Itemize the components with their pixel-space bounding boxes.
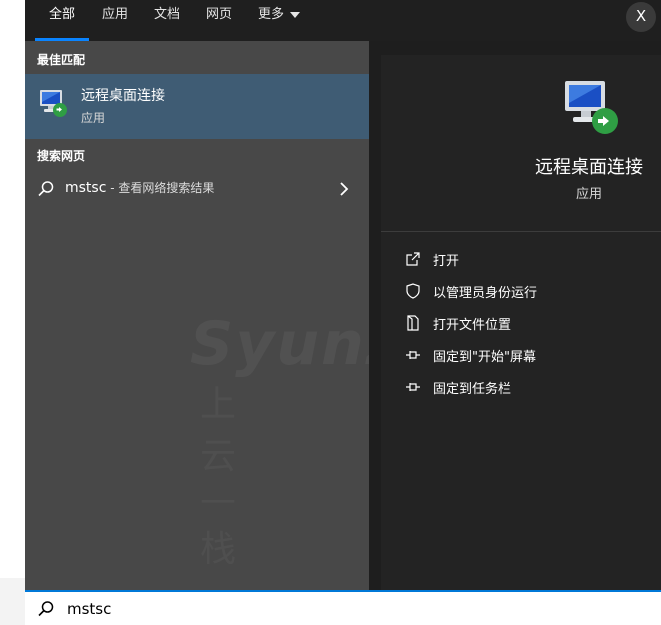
remote-desktop-icon <box>40 90 67 117</box>
best-match-result[interactable]: 远程桌面连接 应用 <box>25 74 369 139</box>
remote-desktop-large-icon <box>565 81 618 134</box>
action-run-as-admin[interactable]: 以管理员身份运行 <box>393 276 643 306</box>
tab-apps[interactable]: 应用 <box>102 0 128 41</box>
action-label: 固定到任务栏 <box>433 382 512 397</box>
desktop-background <box>0 0 25 625</box>
search-icon <box>38 181 54 197</box>
pin-icon <box>406 383 420 391</box>
divider <box>381 231 661 232</box>
close-button[interactable]: X <box>626 2 656 32</box>
search-box[interactable] <box>25 590 661 625</box>
best-match-app-type: 应用 <box>81 111 106 125</box>
detail-app-name: 远程桌面连接 <box>535 157 643 178</box>
shield-icon <box>406 283 420 299</box>
results-pane: 最佳匹配 远程桌面连接 应用 搜索网页 mstsc - 查看网络搜索结果 Syu… <box>25 41 401 590</box>
start-search-panel: 全部 应用 文档 网页 更多 X 最佳匹配 远程桌面连接 应用 搜索网页 mst… <box>25 0 661 625</box>
action-pin-to-taskbar[interactable]: 固定到任务栏 <box>393 372 643 402</box>
action-open-file-location[interactable]: 打开文件位置 <box>393 308 643 338</box>
search-input[interactable] <box>65 596 649 622</box>
tab-documents[interactable]: 文档 <box>154 0 180 41</box>
web-search-header: 搜索网页 <box>37 149 86 163</box>
search-tab-bar: 全部 应用 文档 网页 更多 X <box>25 0 661 41</box>
action-open[interactable]: 打开 <box>393 244 643 274</box>
tab-more-label: 更多 <box>258 7 285 22</box>
web-search-hint: - 查看网络搜索结果 <box>106 181 215 195</box>
search-icon <box>38 601 54 617</box>
best-match-header: 最佳匹配 <box>37 53 86 67</box>
open-icon <box>406 252 420 266</box>
tab-more[interactable]: 更多 <box>258 0 301 41</box>
action-label: 打开文件位置 <box>433 318 512 333</box>
action-pin-to-start[interactable]: 固定到"开始"屏幕 <box>393 340 643 370</box>
pin-icon <box>406 351 420 359</box>
web-search-query: mstsc <box>65 180 107 196</box>
chevron-right-icon[interactable] <box>337 180 351 198</box>
tab-web[interactable]: 网页 <box>206 0 232 41</box>
caret-down-icon <box>290 11 301 18</box>
web-search-query-line: mstsc - 查看网络搜索结果 <box>65 179 214 196</box>
tab-all[interactable]: 全部 <box>34 0 90 41</box>
detail-pane: 远程桌面连接 应用 打开 以管理员身份运行 打开文件位置 固定到"开始"屏幕 固… <box>369 41 661 590</box>
web-search-result[interactable]: mstsc - 查看网络搜索结果 <box>25 172 369 206</box>
action-label: 固定到"开始"屏幕 <box>433 350 536 365</box>
folder-location-icon <box>407 315 419 331</box>
action-label: 打开 <box>433 254 460 269</box>
action-label: 以管理员身份运行 <box>433 286 538 301</box>
taskbar-edge <box>0 578 25 625</box>
detail-app-type: 应用 <box>576 187 603 202</box>
best-match-app-name: 远程桌面连接 <box>81 88 165 104</box>
